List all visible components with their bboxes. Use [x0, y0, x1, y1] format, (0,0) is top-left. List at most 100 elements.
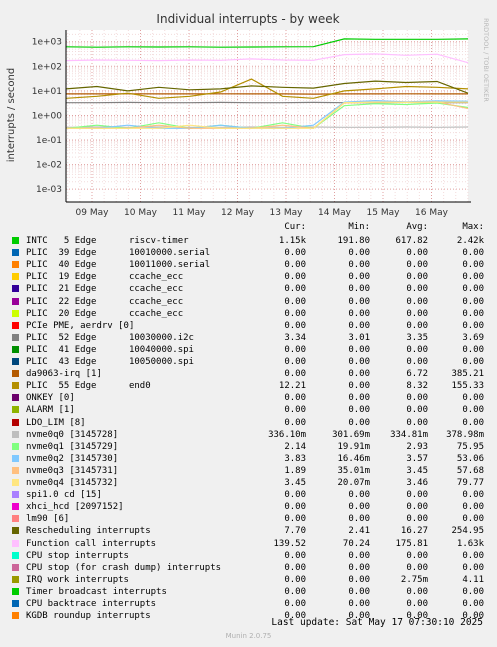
legend-series-name: nvme0q4 [3145732]: [26, 478, 119, 488]
legend-value-max: 0.00: [462, 514, 484, 525]
legend-value-cur: 0.00: [284, 586, 306, 597]
legend-swatch: [12, 539, 19, 547]
legend-row: CPU stop interrupts 0.00 0.00 0.00 0.00: [12, 550, 492, 562]
legend-row: nvme0q1 [3145729] 2.14 19.91m 2.93 75.95: [12, 441, 492, 453]
legend-value-cur: 2.14: [284, 441, 306, 452]
legend-row: PLIC 52 Edge 10030000.i2c 3.34 3.01 3.35 3.6…: [12, 332, 492, 344]
legend-row: nvme0q3 [3145731] 1.89 35.01m 3.45 57.68: [12, 465, 492, 477]
legend-series-name: Timer broadcast interrupts: [26, 586, 167, 597]
legend-value-max: 0.00: [462, 405, 484, 416]
legend-series-name: PLIC 40 Edge 10011000.serial: [26, 260, 211, 271]
legend-series-name: KGDB roundup interrupts: [26, 611, 151, 622]
legend-row: ONKEY [0] 0.00 0.00 0.00 0.00: [12, 392, 492, 404]
legend-value-cur: 0.00: [284, 490, 306, 501]
legend-swatch: [12, 587, 19, 595]
legend-swatch: [12, 503, 19, 511]
legend-swatch: [12, 321, 19, 329]
legend-series-name: nvme0q2 [3145730]: [26, 453, 119, 464]
legend-series-name: PLIC 52 Edge 10030000.i2c: [26, 332, 194, 343]
legend-swatch: [12, 612, 19, 620]
legend-value-max: 75.95: [456, 441, 484, 452]
legend-value-max: 155.33: [451, 381, 484, 392]
legend-swatch: [12, 454, 19, 462]
legend-value-cur: 3.83: [284, 453, 306, 464]
legend-swatch: [12, 345, 19, 353]
legend-swatch: [12, 479, 19, 486]
legend-value-cur: 0.00: [284, 514, 306, 525]
legend-swatch: [12, 309, 19, 317]
legend-row: PLIC 22 Edge ccache_ecc 0.00 0.00 0.00 0.00: [12, 296, 492, 308]
legend-value-cur: 0.00: [284, 369, 306, 380]
legend-row: PLIC 21 Edge ccache_ecc 0.00 0.00 0.00 0.00: [12, 283, 492, 295]
legend-series-name: PCIe PME, aerdrv [0]: [26, 320, 135, 331]
legend-value-max: 0.00: [462, 320, 484, 331]
legend-swatch: [12, 515, 19, 523]
legend-series-name: nvme0q1 [3145729]: [26, 441, 119, 452]
legend-row: INTC 5 Edge riscv-timer 1.15k 191.80 617.82…: [12, 235, 492, 247]
legend-value-max: 0.00: [462, 550, 484, 561]
legend-value-cur: 0.00: [284, 393, 306, 404]
legend-value-cur: 0.00: [284, 599, 306, 609]
legend-row: PLIC 40 Edge 10011000.serial 0.00 0.00 0.00…: [12, 259, 492, 271]
legend-value-max: 0.00: [462, 308, 484, 319]
legend-series-name: CPU stop interrupts: [26, 550, 129, 561]
legend-row: CPU backtrace interrupts 0.00 0.00 0.00 0.00: [12, 598, 492, 610]
legend-value-cur: 0.00: [284, 502, 306, 513]
legend-row: Function call interrupts 139.52 70.24 175.8…: [12, 538, 492, 550]
legend-series-name: PLIC 39 Edge 10010000.serial: [26, 248, 211, 259]
legend-row: nvme0q0 [3145728] 336.10m 301.69m 334.81m 37…: [12, 429, 492, 441]
legend-value-cur: 0.00: [284, 308, 306, 319]
legend-swatch: [12, 237, 19, 244]
legend-value-max: 2.42k: [456, 236, 484, 246]
legend: Cur: Min: Avg: Max: INTC 5 Edge riscv-ti…: [0, 0, 497, 647]
legend-row: PLIC 41 Edge 10040000.spi 0.00 0.00 0.00 0.0…: [12, 344, 492, 356]
legend-swatch: [12, 430, 19, 438]
last-update: Last update: Sat May 17 07:30:10 2025: [271, 617, 483, 628]
legend-value-max: 3.69: [462, 332, 484, 343]
legend-row: nvme0q4 [3145732] 3.45 20.07m 3.46 79.77: [12, 477, 492, 489]
legend-row: PCIe PME, aerdrv [0] 0.00 0.00 0.00 0.00: [12, 320, 492, 332]
legend-series-name: CPU backtrace interrupts: [26, 599, 157, 609]
legend-row: PLIC 19 Edge ccache_ecc 0.00 0.00 0.00 0.00: [12, 271, 492, 283]
legend-value-max: 4.11: [462, 574, 484, 585]
legend-value-cur: 0.00: [284, 320, 306, 331]
legend-series-name: CPU stop (for crash dump) interrupts: [26, 562, 222, 573]
legend-swatch: [12, 563, 19, 571]
legend-swatch: [12, 358, 19, 365]
legend-series-name: IRQ work interrupts: [26, 574, 129, 585]
legend-series-name: xhci_hcd [2097152]: [26, 502, 124, 513]
legend-row: ALARM [1] 0.00 0.00 0.00 0.00: [12, 404, 492, 416]
legend-value-cur: 336.10m: [268, 429, 306, 440]
legend-value-max: 0.00: [462, 248, 484, 259]
legend-value-max: 57.68: [456, 465, 484, 476]
legend-value-max: 53.06: [456, 453, 484, 464]
legend-value-cur: 139.52: [273, 538, 306, 549]
legend-series-name: PLIC 55 Edge end0: [26, 381, 151, 392]
legend-value-cur: 0.00: [284, 562, 306, 573]
legend-swatch: [12, 600, 19, 607]
legend-series-name: PLIC 22 Edge ccache_ecc: [26, 296, 184, 307]
legend-swatch: [12, 575, 19, 583]
legend-series-name: ALARM [1]: [26, 405, 75, 416]
legend-value-cur: 0.00: [284, 574, 306, 585]
legend-series-name: nvme0q3 [3145731]: [26, 465, 119, 476]
legend-series-name: nvme0q0 [3145728]: [26, 429, 119, 440]
legend-value-max: 0.00: [462, 586, 484, 597]
legend-value-cur: 1.15k: [278, 236, 306, 246]
legend-row: CPU stop (for crash dump) interrupts 0.00…: [12, 562, 492, 574]
legend-series-name: INTC 5 Edge riscv-timer: [26, 236, 189, 246]
legend-value-cur: 0.00: [284, 296, 306, 307]
legend-value-max: 0.00: [462, 562, 484, 573]
legend-series-name: Function call interrupts: [26, 538, 157, 549]
legend-value-max: 0.00: [462, 272, 484, 283]
legend-swatch: [12, 527, 19, 535]
legend-series-name: Rescheduling interrupts: [26, 526, 151, 537]
legend-series-name: PLIC 41 Edge 10040000.spi: [26, 344, 194, 355]
legend-row: da9063-irq [1] 0.00 0.00 6.72 385.21: [12, 368, 492, 380]
legend-value-cur: 0.00: [284, 550, 306, 561]
legend-header-max: Max:: [462, 222, 484, 232]
legend-value-cur: 0.00: [284, 417, 306, 428]
legend-swatch: [12, 297, 19, 305]
legend-row: PLIC 20 Edge ccache_ecc 0.00 0.00 0.00 0.00: [12, 308, 492, 320]
legend-value-max: 1.63k: [456, 538, 484, 549]
